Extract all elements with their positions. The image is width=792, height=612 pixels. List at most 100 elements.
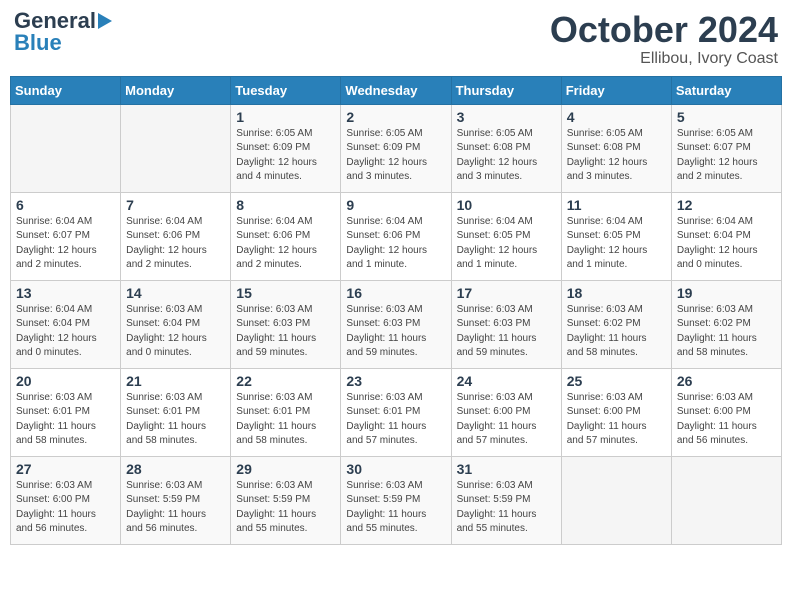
calendar-cell: 7Sunrise: 6:04 AM Sunset: 6:06 PM Daylig… bbox=[121, 192, 231, 280]
day-number: 10 bbox=[457, 197, 556, 213]
day-info: Sunrise: 6:03 AM Sunset: 6:00 PM Dayligh… bbox=[677, 391, 776, 449]
day-info: Sunrise: 6:03 AM Sunset: 5:59 PM Dayligh… bbox=[457, 479, 556, 537]
calendar-cell: 9Sunrise: 6:04 AM Sunset: 6:06 PM Daylig… bbox=[341, 192, 451, 280]
day-info: Sunrise: 6:04 AM Sunset: 6:06 PM Dayligh… bbox=[126, 215, 225, 273]
day-number: 3 bbox=[457, 109, 556, 125]
calendar-cell: 29Sunrise: 6:03 AM Sunset: 5:59 PM Dayli… bbox=[231, 456, 341, 544]
calendar-cell: 25 Sunrise: 6:03 AM Sunset: 6:00 PM Dayli… bbox=[561, 368, 671, 456]
logo-arrow-icon bbox=[98, 13, 112, 29]
month-title: October 2024 bbox=[550, 10, 778, 50]
calendar-cell: 1Sunrise: 6:05 AM Sunset: 6:09 PM Daylig… bbox=[231, 104, 341, 192]
logo: General Blue bbox=[14, 10, 112, 54]
day-info: Sunrise: 6:03 AM Sunset: 6:00 PM Dayligh… bbox=[567, 391, 666, 449]
calendar-week-row: 13 Sunrise: 6:04 AM Sunset: 6:04 PM Dayli… bbox=[11, 280, 782, 368]
calendar-table: SundayMondayTuesdayWednesdayThursdayFrid… bbox=[10, 76, 782, 545]
page-header: General Blue October 2024 Ellibou, Ivory… bbox=[10, 10, 782, 68]
calendar-cell: 12Sunrise: 6:04 AM Sunset: 6:04 PM Dayli… bbox=[671, 192, 781, 280]
day-info: Sunrise: 6:05 AM Sunset: 6:07 PM Dayligh… bbox=[677, 127, 776, 185]
calendar-cell: 24 Sunrise: 6:03 AM Sunset: 6:00 PM Dayli… bbox=[451, 368, 561, 456]
day-number: 16 bbox=[346, 285, 445, 301]
calendar-cell: 8 Sunrise: 6:04 AM Sunset: 6:06 PM Daylig… bbox=[231, 192, 341, 280]
calendar-cell: 21 Sunrise: 6:03 AM Sunset: 6:01 PM Dayli… bbox=[121, 368, 231, 456]
calendar-cell: 11 Sunrise: 6:04 AM Sunset: 6:05 PM Dayli… bbox=[561, 192, 671, 280]
weekday-header: Saturday bbox=[671, 76, 781, 104]
day-number: 27 bbox=[16, 461, 115, 477]
calendar-cell: 19 Sunrise: 6:03 AM Sunset: 6:02 PM Dayli… bbox=[671, 280, 781, 368]
day-info: Sunrise: 6:04 AM Sunset: 6:05 PM Dayligh… bbox=[457, 215, 556, 273]
day-number: 2 bbox=[346, 109, 445, 125]
calendar-header-row: SundayMondayTuesdayWednesdayThursdayFrid… bbox=[11, 76, 782, 104]
calendar-cell: 6Sunrise: 6:04 AM Sunset: 6:07 PM Daylig… bbox=[11, 192, 121, 280]
day-info: Sunrise: 6:03 AM Sunset: 6:01 PM Dayligh… bbox=[126, 391, 225, 449]
title-block: October 2024 Ellibou, Ivory Coast bbox=[550, 10, 778, 68]
calendar-cell: 5 Sunrise: 6:05 AM Sunset: 6:07 PM Daylig… bbox=[671, 104, 781, 192]
day-number: 4 bbox=[567, 109, 666, 125]
day-info: Sunrise: 6:05 AM Sunset: 6:09 PM Dayligh… bbox=[346, 127, 445, 185]
calendar-cell: 15 Sunrise: 6:03 AM Sunset: 6:03 PM Dayli… bbox=[231, 280, 341, 368]
day-info: Sunrise: 6:03 AM Sunset: 5:59 PM Dayligh… bbox=[346, 479, 445, 537]
day-number: 28 bbox=[126, 461, 225, 477]
calendar-cell: 16 Sunrise: 6:03 AM Sunset: 6:03 PM Dayli… bbox=[341, 280, 451, 368]
day-number: 13 bbox=[16, 285, 115, 301]
day-info: Sunrise: 6:03 AM Sunset: 6:01 PM Dayligh… bbox=[16, 391, 115, 449]
day-info: Sunrise: 6:03 AM Sunset: 6:01 PM Dayligh… bbox=[346, 391, 445, 449]
day-number: 18 bbox=[567, 285, 666, 301]
day-info: Sunrise: 6:03 AM Sunset: 6:03 PM Dayligh… bbox=[457, 303, 556, 361]
location-subtitle: Ellibou, Ivory Coast bbox=[550, 50, 778, 68]
day-number: 15 bbox=[236, 285, 335, 301]
day-number: 11 bbox=[567, 197, 666, 213]
day-number: 23 bbox=[346, 373, 445, 389]
day-number: 25 bbox=[567, 373, 666, 389]
day-number: 19 bbox=[677, 285, 776, 301]
day-number: 5 bbox=[677, 109, 776, 125]
calendar-week-row: 20 Sunrise: 6:03 AM Sunset: 6:01 PM Dayli… bbox=[11, 368, 782, 456]
day-number: 22 bbox=[236, 373, 335, 389]
calendar-cell: 31 Sunrise: 6:03 AM Sunset: 5:59 PM Dayli… bbox=[451, 456, 561, 544]
calendar-cell bbox=[671, 456, 781, 544]
day-info: Sunrise: 6:04 AM Sunset: 6:05 PM Dayligh… bbox=[567, 215, 666, 273]
weekday-header: Tuesday bbox=[231, 76, 341, 104]
calendar-cell bbox=[561, 456, 671, 544]
weekday-header: Sunday bbox=[11, 76, 121, 104]
weekday-header: Wednesday bbox=[341, 76, 451, 104]
day-info: Sunrise: 6:04 AM Sunset: 6:06 PM Dayligh… bbox=[236, 215, 335, 273]
day-number: 20 bbox=[16, 373, 115, 389]
calendar-cell: 20 Sunrise: 6:03 AM Sunset: 6:01 PM Dayli… bbox=[11, 368, 121, 456]
day-info: Sunrise: 6:04 AM Sunset: 6:04 PM Dayligh… bbox=[16, 303, 115, 361]
day-info: Sunrise: 6:03 AM Sunset: 6:03 PM Dayligh… bbox=[346, 303, 445, 361]
day-number: 26 bbox=[677, 373, 776, 389]
logo-text: General bbox=[14, 10, 96, 32]
weekday-header: Monday bbox=[121, 76, 231, 104]
calendar-cell: 13 Sunrise: 6:04 AM Sunset: 6:04 PM Dayli… bbox=[11, 280, 121, 368]
calendar-cell: 28 Sunrise: 6:03 AM Sunset: 5:59 PM Dayli… bbox=[121, 456, 231, 544]
day-number: 21 bbox=[126, 373, 225, 389]
day-info: Sunrise: 6:03 AM Sunset: 6:04 PM Dayligh… bbox=[126, 303, 225, 361]
day-info: Sunrise: 6:05 AM Sunset: 6:08 PM Dayligh… bbox=[457, 127, 556, 185]
day-info: Sunrise: 6:03 AM Sunset: 6:02 PM Dayligh… bbox=[567, 303, 666, 361]
day-info: Sunrise: 6:05 AM Sunset: 6:09 PM Dayligh… bbox=[236, 127, 335, 185]
day-info: Sunrise: 6:03 AM Sunset: 6:03 PM Dayligh… bbox=[236, 303, 335, 361]
day-info: Sunrise: 6:04 AM Sunset: 6:06 PM Dayligh… bbox=[346, 215, 445, 273]
calendar-cell: 14Sunrise: 6:03 AM Sunset: 6:04 PM Dayli… bbox=[121, 280, 231, 368]
weekday-header: Thursday bbox=[451, 76, 561, 104]
day-number: 30 bbox=[346, 461, 445, 477]
calendar-cell bbox=[11, 104, 121, 192]
day-info: Sunrise: 6:05 AM Sunset: 6:08 PM Dayligh… bbox=[567, 127, 666, 185]
calendar-cell: 3 Sunrise: 6:05 AM Sunset: 6:08 PM Daylig… bbox=[451, 104, 561, 192]
day-number: 8 bbox=[236, 197, 335, 213]
calendar-cell: 26 Sunrise: 6:03 AM Sunset: 6:00 PM Dayli… bbox=[671, 368, 781, 456]
day-info: Sunrise: 6:03 AM Sunset: 6:01 PM Dayligh… bbox=[236, 391, 335, 449]
calendar-cell: 4 Sunrise: 6:05 AM Sunset: 6:08 PM Daylig… bbox=[561, 104, 671, 192]
day-number: 24 bbox=[457, 373, 556, 389]
calendar-week-row: 1Sunrise: 6:05 AM Sunset: 6:09 PM Daylig… bbox=[11, 104, 782, 192]
calendar-week-row: 27 Sunrise: 6:03 AM Sunset: 6:00 PM Dayli… bbox=[11, 456, 782, 544]
calendar-cell: 10 Sunrise: 6:04 AM Sunset: 6:05 PM Dayli… bbox=[451, 192, 561, 280]
day-number: 6 bbox=[16, 197, 115, 213]
day-info: Sunrise: 6:03 AM Sunset: 5:59 PM Dayligh… bbox=[126, 479, 225, 537]
day-info: Sunrise: 6:03 AM Sunset: 6:02 PM Dayligh… bbox=[677, 303, 776, 361]
day-number: 31 bbox=[457, 461, 556, 477]
day-info: Sunrise: 6:04 AM Sunset: 6:04 PM Dayligh… bbox=[677, 215, 776, 273]
day-info: Sunrise: 6:03 AM Sunset: 6:00 PM Dayligh… bbox=[457, 391, 556, 449]
calendar-cell: 17Sunrise: 6:03 AM Sunset: 6:03 PM Dayli… bbox=[451, 280, 561, 368]
day-info: Sunrise: 6:03 AM Sunset: 6:00 PM Dayligh… bbox=[16, 479, 115, 537]
